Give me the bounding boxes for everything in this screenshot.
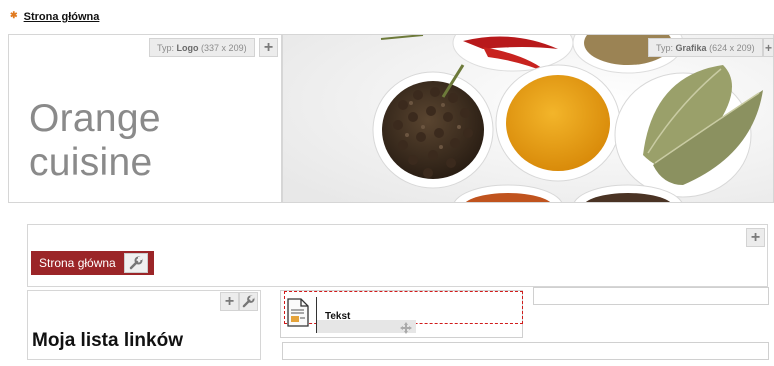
text-widget-label: Tekst	[325, 311, 351, 322]
graphic-type-name: Grafika	[675, 43, 707, 53]
links-add-button[interactable]: +	[220, 292, 239, 311]
plus-icon: +	[224, 292, 235, 310]
wrench-icon	[242, 295, 255, 308]
graphic-type-prefix: Typ:	[656, 43, 674, 53]
breadcrumb-home-link[interactable]: Strona główna	[24, 11, 100, 23]
logo-add-button[interactable]: +	[259, 38, 278, 57]
logo-type-prefix: Typ:	[157, 43, 175, 53]
move-icon[interactable]	[400, 321, 412, 334]
document-icon	[286, 298, 310, 328]
empty-slot-right[interactable]	[533, 287, 769, 305]
logo-type-name: Logo	[176, 43, 199, 53]
plus-icon: +	[750, 228, 761, 246]
breadcrumb-marker-icon: ✱	[10, 10, 18, 20]
plus-icon: +	[764, 40, 772, 55]
logo-type-size: (337 x 209)	[201, 43, 247, 53]
plus-icon: +	[263, 38, 274, 56]
logo-text: Orange cuisine	[29, 97, 161, 184]
logo-slot[interactable]: Orange cuisine	[8, 34, 282, 203]
graphic-type-badge: Typ: Grafika (624 x 209)	[648, 38, 763, 57]
breadcrumb: ✱ Strona główna	[10, 10, 99, 23]
graphic-type-size: (624 x 209)	[709, 43, 755, 53]
logo-type-badge: Typ: Logo (337 x 209)	[149, 38, 255, 57]
menu-item-label: Strona główna	[39, 256, 116, 270]
graphic-slot[interactable]	[282, 34, 774, 203]
menu-item-home[interactable]: Strona główna	[31, 251, 154, 275]
widget-divider	[316, 297, 317, 333]
links-settings-button[interactable]	[239, 292, 258, 311]
links-box-title: Moja lista linków	[32, 330, 183, 351]
spices-image	[283, 35, 773, 202]
wrench-icon[interactable]	[123, 253, 148, 273]
menu-add-button[interactable]: +	[746, 228, 765, 247]
graphic-add-button[interactable]: +	[763, 38, 774, 57]
empty-slot-bottom[interactable]	[282, 342, 769, 360]
